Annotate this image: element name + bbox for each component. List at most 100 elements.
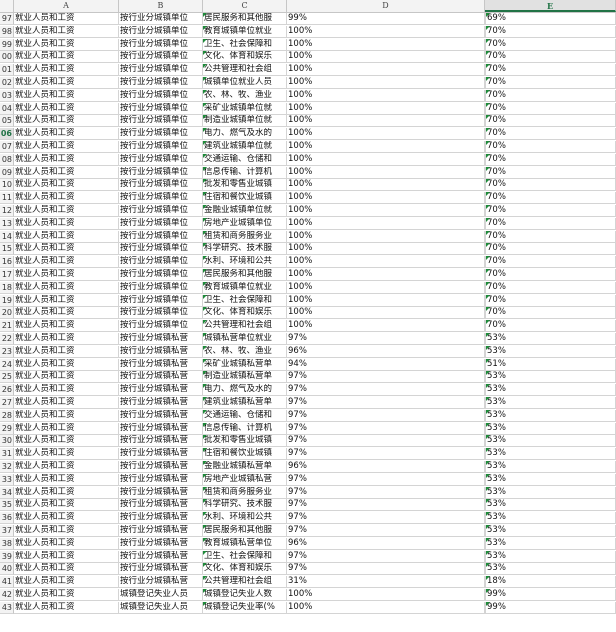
cell-c[interactable]: 文化、体育和娱乐 bbox=[203, 307, 287, 319]
cell-a[interactable]: 就业人员和工资 bbox=[14, 359, 119, 371]
row-number[interactable]: 08 bbox=[0, 154, 14, 166]
cell-a[interactable]: 就业人员和工资 bbox=[14, 218, 119, 230]
cell-b[interactable]: 按行业分城镇私营 bbox=[119, 499, 203, 511]
row-number[interactable]: 25 bbox=[0, 371, 14, 383]
cell-d[interactable]: 100% bbox=[287, 128, 485, 140]
cell-a[interactable]: 就业人员和工资 bbox=[14, 576, 119, 588]
cell-b[interactable]: 按行业分城镇私营 bbox=[119, 371, 203, 383]
cell-b[interactable]: 按行业分城镇私营 bbox=[119, 487, 203, 499]
cell-a[interactable]: 就业人员和工资 bbox=[14, 538, 119, 550]
cell-d[interactable]: 100% bbox=[287, 243, 485, 255]
cell-d[interactable]: 100% bbox=[287, 256, 485, 268]
cell-a[interactable]: 就业人员和工资 bbox=[14, 13, 119, 25]
cell-b[interactable]: 城镇登记失业人员 bbox=[119, 602, 203, 614]
cell-b[interactable]: 按行业分城镇单位 bbox=[119, 320, 203, 332]
cell-b[interactable]: 按行业分城镇私营 bbox=[119, 563, 203, 575]
cell-c[interactable]: 卫生、社会保障和 bbox=[203, 295, 287, 307]
cell-a[interactable]: 就业人员和工资 bbox=[14, 307, 119, 319]
cell-b[interactable]: 按行业分城镇单位 bbox=[119, 90, 203, 102]
cell-b[interactable]: 按行业分城镇单位 bbox=[119, 115, 203, 127]
cell-b[interactable]: 按行业分城镇单位 bbox=[119, 154, 203, 166]
row-number[interactable]: 18 bbox=[0, 282, 14, 294]
cell-c[interactable]: 公共管理和社会组 bbox=[203, 64, 287, 76]
cell-b[interactable]: 城镇登记失业人员 bbox=[119, 589, 203, 601]
cell-e[interactable]: 70% bbox=[485, 256, 616, 268]
cell-e[interactable]: 70% bbox=[485, 103, 616, 115]
cell-c[interactable]: 农、林、牧、渔业 bbox=[203, 346, 287, 358]
cell-c[interactable]: 科学研究、技术服 bbox=[203, 243, 287, 255]
cell-d[interactable]: 97% bbox=[287, 487, 485, 499]
cell-d[interactable]: 97% bbox=[287, 448, 485, 460]
cell-c[interactable]: 建筑业城镇单位就 bbox=[203, 141, 287, 153]
row-number[interactable]: 99 bbox=[0, 39, 14, 51]
cell-e[interactable]: 53% bbox=[485, 512, 616, 524]
row-number[interactable]: 09 bbox=[0, 167, 14, 179]
cell-e[interactable]: 70% bbox=[485, 90, 616, 102]
cell-b[interactable]: 按行业分城镇单位 bbox=[119, 103, 203, 115]
row-number[interactable]: 33 bbox=[0, 474, 14, 486]
cell-d[interactable]: 97% bbox=[287, 384, 485, 396]
cell-e[interactable]: 70% bbox=[485, 115, 616, 127]
cell-e[interactable]: 70% bbox=[485, 282, 616, 294]
cell-c[interactable]: 建筑业城镇私营单 bbox=[203, 397, 287, 409]
cell-e[interactable]: 70% bbox=[485, 192, 616, 204]
cell-d[interactable]: 97% bbox=[287, 525, 485, 537]
cell-d[interactable]: 97% bbox=[287, 333, 485, 345]
row-number[interactable]: 10 bbox=[0, 179, 14, 191]
row-number[interactable]: 32 bbox=[0, 461, 14, 473]
row-number[interactable]: 14 bbox=[0, 231, 14, 243]
cell-c[interactable]: 住宿和餐饮业城镇 bbox=[203, 192, 287, 204]
cell-b[interactable]: 按行业分城镇单位 bbox=[119, 64, 203, 76]
row-number[interactable]: 19 bbox=[0, 295, 14, 307]
cell-e[interactable]: 70% bbox=[485, 64, 616, 76]
cell-b[interactable]: 按行业分城镇单位 bbox=[119, 179, 203, 191]
cell-e[interactable]: 70% bbox=[485, 26, 616, 38]
cell-e[interactable]: 53% bbox=[485, 487, 616, 499]
cell-a[interactable]: 就业人员和工资 bbox=[14, 167, 119, 179]
cell-a[interactable]: 就业人员和工资 bbox=[14, 435, 119, 447]
cell-b[interactable]: 按行业分城镇单位 bbox=[119, 295, 203, 307]
cell-c[interactable]: 信息传输、计算机 bbox=[203, 423, 287, 435]
cell-b[interactable]: 按行业分城镇单位 bbox=[119, 13, 203, 25]
cell-c[interactable]: 水利、环境和公共 bbox=[203, 512, 287, 524]
cell-c[interactable]: 电力、燃气及水的 bbox=[203, 384, 287, 396]
cell-e[interactable]: 70% bbox=[485, 205, 616, 217]
row-number[interactable]: 31 bbox=[0, 448, 14, 460]
cell-a[interactable]: 就业人员和工资 bbox=[14, 602, 119, 614]
cell-a[interactable]: 就业人员和工资 bbox=[14, 448, 119, 460]
cell-a[interactable]: 就业人员和工资 bbox=[14, 154, 119, 166]
cell-c[interactable]: 批发和零售业城镇 bbox=[203, 179, 287, 191]
row-number[interactable]: 41 bbox=[0, 576, 14, 588]
cell-e[interactable]: 53% bbox=[485, 333, 616, 345]
cell-d[interactable]: 97% bbox=[287, 423, 485, 435]
cell-d[interactable]: 100% bbox=[287, 282, 485, 294]
cell-d[interactable]: 97% bbox=[287, 397, 485, 409]
cell-b[interactable]: 按行业分城镇私营 bbox=[119, 346, 203, 358]
cell-a[interactable]: 就业人员和工资 bbox=[14, 346, 119, 358]
cell-b[interactable]: 按行业分城镇私营 bbox=[119, 525, 203, 537]
cell-a[interactable]: 就业人员和工资 bbox=[14, 371, 119, 383]
cell-a[interactable]: 就业人员和工资 bbox=[14, 269, 119, 281]
cell-b[interactable]: 按行业分城镇单位 bbox=[119, 167, 203, 179]
cell-b[interactable]: 按行业分城镇单位 bbox=[119, 307, 203, 319]
cell-b[interactable]: 按行业分城镇私营 bbox=[119, 435, 203, 447]
cell-b[interactable]: 按行业分城镇私营 bbox=[119, 410, 203, 422]
row-number[interactable]: 40 bbox=[0, 563, 14, 575]
cell-c[interactable]: 公共管理和社会组 bbox=[203, 576, 287, 588]
cell-d[interactable]: 100% bbox=[287, 602, 485, 614]
row-number[interactable]: 36 bbox=[0, 512, 14, 524]
row-number[interactable]: 20 bbox=[0, 307, 14, 319]
row-number[interactable]: 27 bbox=[0, 397, 14, 409]
cell-d[interactable]: 97% bbox=[287, 371, 485, 383]
cell-a[interactable]: 就业人员和工资 bbox=[14, 512, 119, 524]
cell-c[interactable]: 电力、燃气及水的 bbox=[203, 128, 287, 140]
cell-a[interactable]: 就业人员和工资 bbox=[14, 64, 119, 76]
cell-e[interactable]: 70% bbox=[485, 39, 616, 51]
cell-a[interactable]: 就业人员和工资 bbox=[14, 474, 119, 486]
cell-c[interactable]: 农、林、牧、渔业 bbox=[203, 90, 287, 102]
row-number[interactable]: 12 bbox=[0, 205, 14, 217]
row-number[interactable]: 26 bbox=[0, 384, 14, 396]
row-number[interactable]: 02 bbox=[0, 77, 14, 89]
cell-a[interactable]: 就业人员和工资 bbox=[14, 51, 119, 63]
cell-b[interactable]: 按行业分城镇单位 bbox=[119, 51, 203, 63]
